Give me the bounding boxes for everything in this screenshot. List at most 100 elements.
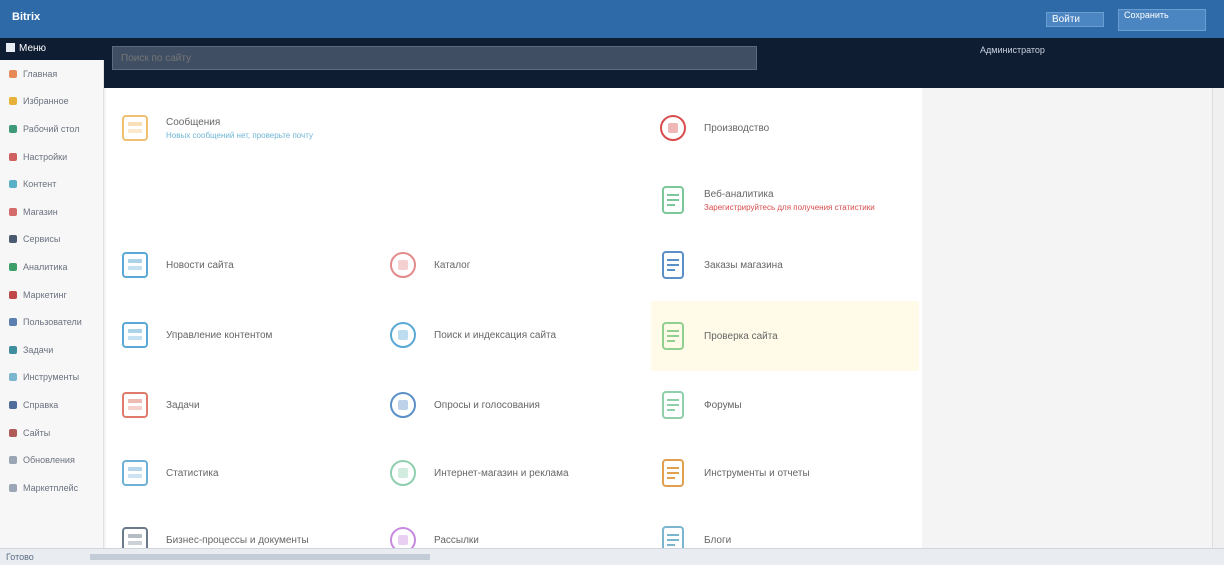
tile-orders[interactable]: Заказы магазина xyxy=(656,243,896,287)
tile-label: Новости сайта xyxy=(166,259,234,271)
status-bar: Готово xyxy=(0,548,1224,565)
polls-icon xyxy=(386,388,420,422)
sidebar-item-label: Избранное xyxy=(23,96,69,107)
sidebar-item-icon xyxy=(9,428,17,437)
sidebar-item-label: Контент xyxy=(23,179,57,190)
sidebar-item[interactable]: Контент xyxy=(0,170,103,198)
tile-catalog[interactable]: Каталог xyxy=(386,243,606,287)
tile-label: Опросы и голосования xyxy=(434,399,540,411)
sidebar-item[interactable]: Магазин xyxy=(0,198,103,226)
tile-polls[interactable]: Опросы и голосования xyxy=(386,383,606,427)
sidebar-item-icon xyxy=(9,290,17,299)
session-button[interactable]: Сохранить xyxy=(1118,9,1206,31)
tile-label: Производство xyxy=(704,122,770,134)
tile-label: Интернет-магазин и реклама xyxy=(434,467,569,479)
sidebar-item-label: Маркетплейс xyxy=(23,482,79,493)
sidebar-item-label: Аналитика xyxy=(23,261,68,272)
check-icon xyxy=(656,319,690,353)
login-button[interactable]: Войти xyxy=(1046,12,1104,27)
search-input[interactable] xyxy=(112,46,757,70)
sidebar-item-label: Рабочий стол xyxy=(23,123,80,134)
right-panel xyxy=(922,88,1212,548)
sidebar-item[interactable]: Настройки xyxy=(0,143,103,171)
news-icon xyxy=(118,248,152,282)
tile-news[interactable]: Новости сайта xyxy=(118,243,338,287)
app-title: Bitrix xyxy=(12,11,41,23)
sidebar-item-label: Настройки xyxy=(23,151,68,162)
tile-label: Проверка сайта xyxy=(704,330,778,342)
sidebar-item-icon xyxy=(9,456,17,465)
sidebar-item-label: Инструменты xyxy=(23,372,80,383)
sidebar-item[interactable]: Пользователи xyxy=(0,308,103,336)
sidebar-item[interactable]: Справка xyxy=(0,391,103,419)
sidebar-item-icon xyxy=(9,262,17,271)
tile-label: Сообщения xyxy=(166,116,221,128)
content-icon xyxy=(118,318,152,352)
menu-toggle-button[interactable]: Меню xyxy=(6,43,98,57)
sidebar-item[interactable]: Избранное xyxy=(0,88,103,116)
tile-subtitle[interactable]: Новых сообщений нет, проверьте почту xyxy=(166,131,313,140)
tile-label: Управление контентом xyxy=(166,329,273,341)
sidebar-item-icon xyxy=(9,345,17,354)
menu-icon xyxy=(6,43,15,52)
tile-label: Заказы магазина xyxy=(704,259,783,271)
sidebar-item[interactable]: Инструменты xyxy=(0,364,103,392)
tile-label: Форумы xyxy=(704,399,742,411)
sidebar-item[interactable]: Сервисы xyxy=(0,226,103,254)
sidebar-item[interactable]: Обновления xyxy=(0,446,103,474)
sidebar-item-label: Главная xyxy=(23,68,58,79)
tile-label: Задачи xyxy=(166,399,200,411)
sidebar-item-icon xyxy=(9,373,17,382)
tile-label: Бизнес-процессы и документы xyxy=(166,534,309,546)
tile-tasks[interactable]: Задачи xyxy=(118,383,338,427)
sidebar-item-label: Справка xyxy=(23,399,59,410)
status-progress xyxy=(90,554,430,560)
tile-stats[interactable]: Веб-аналитика Зарегистрируйтесь для получ… xyxy=(656,178,896,222)
tile-forum[interactable]: Форумы xyxy=(656,383,896,427)
sidebar-item-icon xyxy=(9,152,17,161)
sidebar-item[interactable]: Сайты xyxy=(0,419,103,447)
menu-label: Меню xyxy=(19,43,47,54)
sidebar-item[interactable]: Маркетплейс xyxy=(0,474,103,502)
tile-shop[interactable]: Интернет-магазин и реклама xyxy=(386,451,606,495)
user-info[interactable]: Администратор xyxy=(980,44,1045,56)
status-text: Готово xyxy=(6,552,34,562)
sidebar-item[interactable]: Рабочий стол xyxy=(0,115,103,143)
sidebar-item-icon xyxy=(9,483,17,492)
stats-icon xyxy=(656,183,690,217)
forum-icon xyxy=(656,388,690,422)
sidebar-item[interactable]: Маркетинг xyxy=(0,281,103,309)
sidebar-item-icon xyxy=(9,235,17,244)
tile-check[interactable]: Проверка сайта xyxy=(651,301,919,371)
scrollbar[interactable] xyxy=(1212,88,1224,548)
tile-search-index[interactable]: Поиск и индексация сайта xyxy=(386,313,606,357)
tools-icon xyxy=(656,111,690,145)
sidebar-item-icon xyxy=(9,124,17,133)
main-panel: Сообщения Новых сообщений нет, проверьте … xyxy=(106,88,922,554)
search-index-icon xyxy=(386,318,420,352)
sidebar-item-icon xyxy=(9,207,17,216)
tile-subtitle[interactable]: Зарегистрируйтесь для получения статисти… xyxy=(704,203,875,212)
tile-envelope[interactable]: Сообщения Новых сообщений нет, проверьте … xyxy=(118,106,338,150)
tile-tools[interactable]: Производство xyxy=(656,106,876,150)
sidebar-item-label: Сервисы xyxy=(23,234,61,245)
tile-label: Инструменты и отчеты xyxy=(704,467,810,479)
sidebar-item-label: Маркетинг xyxy=(23,289,67,300)
tile-label: Каталог xyxy=(434,259,471,271)
top-panel: Меню Администратор xyxy=(0,38,1224,88)
sidebar-item-label: Пользователи xyxy=(23,317,82,328)
tile-report[interactable]: Инструменты и отчеты xyxy=(656,451,896,495)
envelope-icon xyxy=(118,111,152,145)
sidebar-item[interactable]: Аналитика xyxy=(0,253,103,281)
orders-icon xyxy=(656,248,690,282)
sidebar-item[interactable]: Главная xyxy=(0,60,103,88)
report-icon xyxy=(656,456,690,490)
sidebar-item-label: Сайты xyxy=(23,427,51,438)
shop-icon xyxy=(386,456,420,490)
sidebar-item[interactable]: Задачи xyxy=(0,336,103,364)
sidebar-item-label: Обновления xyxy=(23,455,75,466)
tile-content[interactable]: Управление контентом xyxy=(118,313,338,357)
tile-label: Веб-аналитика xyxy=(704,188,774,200)
tile-chart[interactable]: Статистика xyxy=(118,451,338,495)
sidebar-item-icon xyxy=(9,180,17,189)
